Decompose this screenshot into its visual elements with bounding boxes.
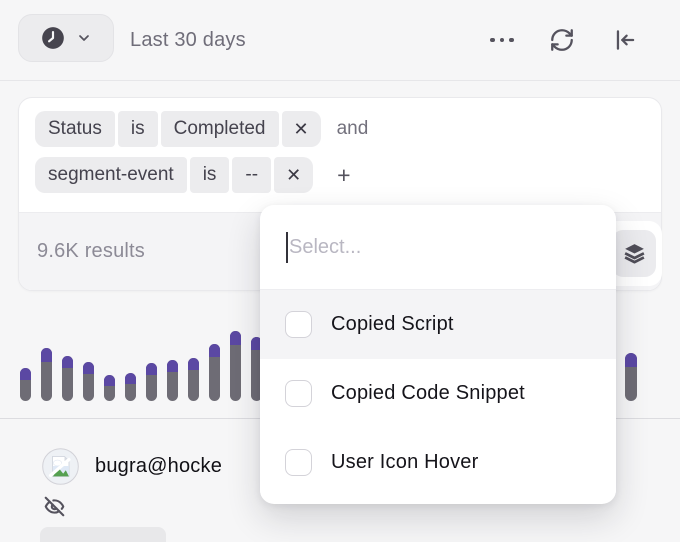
chart-bar-cap <box>104 375 115 386</box>
refresh-button[interactable] <box>544 22 580 58</box>
refresh-icon <box>549 27 575 53</box>
select-input-wrap <box>260 205 616 289</box>
more-button[interactable] <box>484 22 520 58</box>
chevron-down-icon <box>76 30 92 46</box>
checkbox[interactable] <box>285 311 312 338</box>
remove-filter-button[interactable]: ✕ <box>274 157 313 193</box>
select-input[interactable] <box>289 205 589 289</box>
filter-operator[interactable]: is <box>118 111 158 147</box>
chart-bar-cap <box>20 368 31 380</box>
user-email[interactable]: bugra@hocke <box>95 455 222 478</box>
chart-bar <box>62 356 73 401</box>
collapse-left-icon <box>612 27 638 53</box>
checkbox[interactable] <box>285 380 312 407</box>
image-placeholder-avatar <box>42 448 79 485</box>
chart-bar <box>104 375 115 401</box>
text-caret <box>286 232 288 263</box>
layers-icon <box>622 241 647 266</box>
chart-bar-cap <box>625 353 637 367</box>
analytics-panel: Last 30 days <box>0 0 680 542</box>
hide-user-button[interactable] <box>42 494 66 518</box>
filter-field[interactable]: Status <box>35 111 115 147</box>
chart-bar <box>41 348 52 401</box>
chart-bar <box>20 368 31 401</box>
chart-bar <box>625 353 637 401</box>
dropdown-option-copied-script[interactable]: Copied Script <box>260 290 616 359</box>
filter-rule-status: Status is Completed ✕ <box>35 111 321 147</box>
filter-value[interactable]: -- <box>232 157 271 193</box>
dropdown-option-copied-code-snippet[interactable]: Copied Code Snippet <box>260 359 616 428</box>
time-range-button[interactable] <box>18 14 114 62</box>
chart-bar-cap <box>83 362 94 374</box>
layers-button[interactable] <box>612 230 656 277</box>
chart-bar-cap <box>230 331 241 345</box>
chart-bar <box>188 358 199 401</box>
chart-bar-cap <box>146 363 157 375</box>
chart-bar <box>167 360 178 401</box>
chart-bar-cap <box>209 344 220 357</box>
header: Last 30 days <box>0 0 680 81</box>
event-select-dropdown: Copied Script Copied Code Snippet User I… <box>260 205 616 504</box>
option-label: User Icon Hover <box>331 451 479 474</box>
clock-icon <box>40 25 66 51</box>
option-label: Copied Script <box>331 313 454 336</box>
user-row[interactable]: bugra@hocke <box>42 448 222 485</box>
filter-value[interactable]: Completed <box>161 111 279 147</box>
filter-rule-segment-event: segment-event is -- ✕ <box>35 157 313 193</box>
collapse-panel-button[interactable] <box>607 22 643 58</box>
skeleton-bar <box>40 527 166 542</box>
chart-bar <box>125 373 136 401</box>
option-label: Copied Code Snippet <box>331 382 525 405</box>
remove-filter-button[interactable]: ✕ <box>282 111 321 147</box>
conjunction-toggle[interactable]: and <box>337 118 369 140</box>
chart-bar-cap <box>188 358 199 370</box>
filter-operator[interactable]: is <box>190 157 230 193</box>
eye-slash-icon <box>44 496 65 517</box>
filter-field[interactable]: segment-event <box>35 157 187 193</box>
filter-rule-row: Status is Completed ✕ and <box>35 111 368 147</box>
chart-bar <box>230 331 241 401</box>
add-filter-button[interactable]: + <box>337 165 350 185</box>
chart-bar-cap <box>62 356 73 368</box>
ellipsis-icon <box>490 38 514 43</box>
chart-bar-cap <box>167 360 178 372</box>
filter-rule-row: segment-event is -- ✕ + <box>35 157 351 193</box>
chart-bar <box>146 363 157 401</box>
chart-bar <box>83 362 94 401</box>
dropdown-option-user-icon-hover[interactable]: User Icon Hover <box>260 428 616 497</box>
results-count: 9.6K results <box>37 240 145 263</box>
chart-bar-cap <box>41 348 52 362</box>
chart-bar <box>209 344 220 401</box>
checkbox[interactable] <box>285 449 312 476</box>
chart-bar-cap <box>125 373 136 384</box>
time-range-label: Last 30 days <box>130 0 246 81</box>
